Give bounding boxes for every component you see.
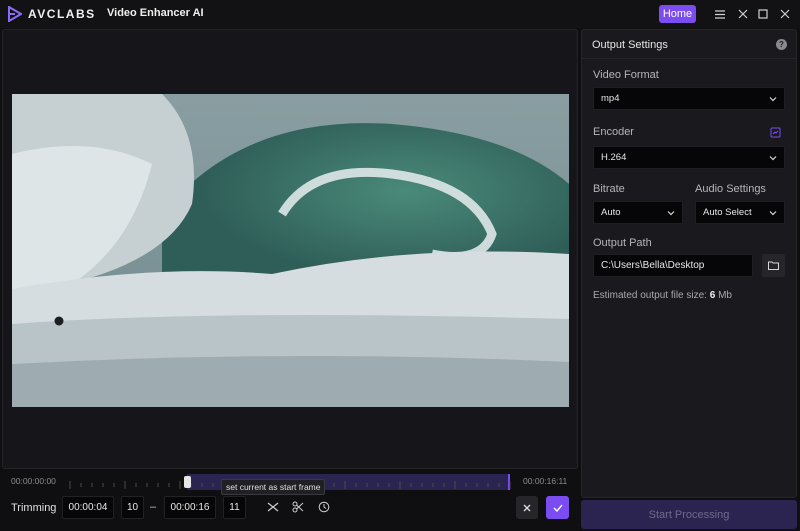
audio-settings-select[interactable]: Auto Select	[695, 201, 785, 224]
bitrate-label: Bitrate	[593, 183, 625, 195]
history-icon[interactable]	[317, 500, 331, 514]
timeline-end-time: 00:00:16:11	[523, 476, 568, 486]
chevron-down-icon	[667, 211, 675, 216]
brand-name: AVCLABS	[28, 7, 96, 21]
menu-icon[interactable]	[712, 6, 728, 22]
maximize-icon[interactable]	[755, 6, 771, 22]
chevron-down-icon	[769, 156, 777, 161]
estimate-unit: Mb	[718, 290, 732, 301]
output-path-label: Output Path	[593, 237, 652, 249]
video-format-select[interactable]: mp4	[593, 87, 785, 110]
estimate-value: 6	[709, 290, 716, 301]
audio-settings-value: Auto Select	[703, 207, 752, 218]
chevron-down-icon	[769, 211, 777, 216]
estimate-prefix: Estimated output file size:	[593, 290, 707, 301]
trim-start-time-input[interactable]: 00:00:04	[62, 496, 114, 519]
close-icon[interactable]	[777, 6, 793, 22]
minimize-icon[interactable]	[735, 6, 751, 22]
trim-end-time-input[interactable]: 00:00:16	[164, 496, 216, 519]
range-separator: –	[150, 501, 157, 513]
timeline-start-time: 00:00:00:00	[11, 476, 56, 486]
panel-header: Output Settings ?	[582, 30, 796, 59]
bitrate-select[interactable]: Auto	[593, 201, 683, 224]
output-path-input[interactable]: C:\Users\Bella\Desktop	[593, 254, 753, 277]
browse-folder-button[interactable]	[762, 254, 785, 277]
video-format-label: Video Format	[593, 69, 659, 81]
trim-end-frame-input[interactable]: 11	[223, 496, 246, 519]
title-bar: AVCLABS Video Enhancer AI Home	[0, 0, 800, 28]
help-icon[interactable]: ?	[776, 39, 787, 50]
video-frame	[12, 94, 569, 407]
trim-start-frame-input[interactable]: 10	[121, 496, 144, 519]
cut-icon[interactable]	[291, 500, 305, 514]
avclabs-logo-icon	[8, 6, 22, 22]
chevron-down-icon	[769, 97, 777, 102]
audio-settings-label: Audio Settings	[695, 183, 766, 195]
bitrate-value: Auto	[601, 207, 621, 218]
home-button[interactable]: Home	[659, 5, 696, 23]
start-processing-button[interactable]: Start Processing	[581, 500, 797, 529]
estimated-size-text: Estimated output file size: 6 Mb	[593, 290, 732, 301]
tooltip: set current as start frame	[221, 479, 326, 495]
panel-title: Output Settings	[592, 39, 668, 51]
encoder-settings-icon[interactable]	[770, 127, 781, 138]
trimming-label: Trimming	[11, 502, 57, 514]
app-title: Video Enhancer AI	[107, 7, 204, 19]
confirm-trim-button[interactable]	[546, 496, 569, 519]
folder-icon	[768, 261, 779, 270]
encoder-select[interactable]: H.264	[593, 146, 785, 169]
trim-start-handle[interactable]	[184, 476, 191, 488]
split-icon[interactable]	[266, 500, 280, 514]
encoder-label: Encoder	[593, 126, 634, 138]
video-format-value: mp4	[601, 93, 620, 104]
wave-image	[12, 94, 569, 407]
encoder-value: H.264	[601, 152, 627, 163]
cancel-trim-button[interactable]	[516, 496, 538, 519]
